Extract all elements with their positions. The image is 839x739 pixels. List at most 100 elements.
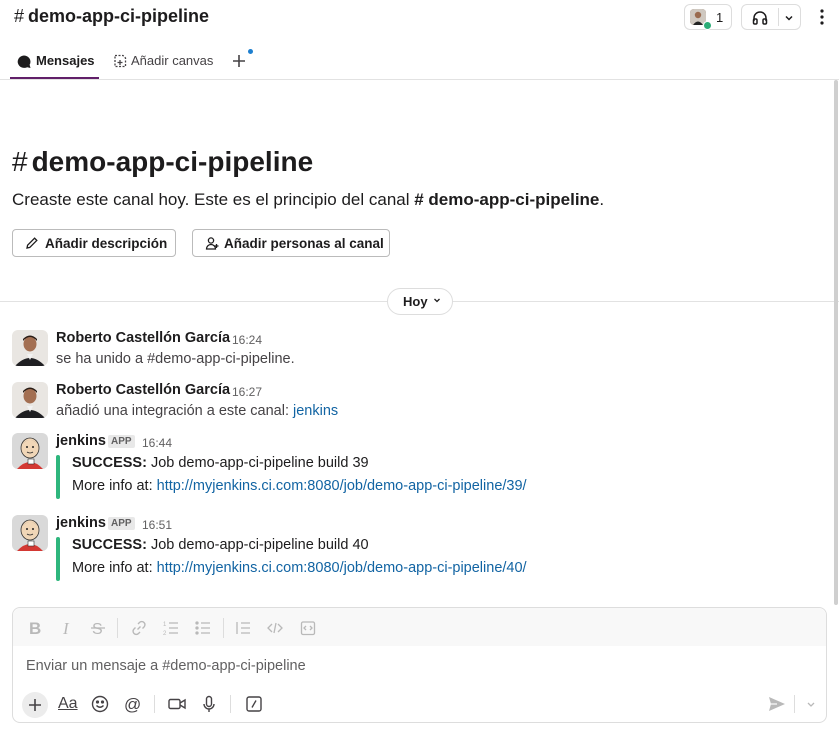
message-time[interactable]: 16:51	[142, 518, 172, 532]
composer-separator	[230, 695, 231, 713]
message-text: añadió una integración a este canal: jen…	[56, 403, 338, 419]
jenkins-avatar[interactable]	[12, 515, 48, 551]
attach-button[interactable]	[22, 692, 48, 718]
chevron-down-icon[interactable]	[800, 693, 822, 715]
bold-icon[interactable]: B	[25, 618, 45, 638]
svg-text:B: B	[29, 619, 41, 638]
member-count: 1	[716, 10, 724, 25]
message-bubble-icon	[17, 55, 31, 68]
intro-text: Creaste este canal hoy. Este es el princ…	[12, 190, 604, 210]
message-author[interactable]: jenkins	[56, 433, 106, 449]
intro-text-before: Creaste este canal hoy. Este es el princ…	[12, 190, 415, 209]
huddle-separator	[778, 8, 779, 26]
ordered-list-icon[interactable]: 12	[161, 618, 181, 638]
message-author[interactable]: jenkins	[56, 515, 106, 531]
build-status: SUCCESS:	[72, 537, 147, 553]
message-author[interactable]: Roberto Castellón García	[56, 382, 230, 398]
intro-channel-mention[interactable]: # demo-app-ci-pipeline	[414, 190, 599, 209]
message-composer: B I S 12 Enviar un mensaje a #demo-app-c…	[12, 607, 827, 723]
video-icon[interactable]	[166, 693, 188, 715]
avatar[interactable]	[12, 330, 48, 366]
tab-add-canvas[interactable]: Añadir canvas	[110, 50, 220, 78]
channel-header: # demo-app-ci-pipeline 1	[0, 0, 839, 36]
svg-text:2: 2	[163, 631, 167, 637]
chevron-down-icon	[434, 298, 440, 303]
blockquote-icon[interactable]	[233, 618, 253, 638]
chevron-down-icon[interactable]	[784, 13, 794, 23]
add-tab-button[interactable]	[228, 49, 253, 78]
shortcuts-icon[interactable]	[243, 693, 265, 715]
canvas-icon	[114, 54, 127, 68]
avatar[interactable]	[12, 382, 48, 418]
more-info-label: More info at:	[72, 560, 157, 576]
message-text-content: añadió una integración a este canal:	[56, 403, 294, 419]
scrollbar[interactable]	[834, 80, 838, 605]
bulleted-list-icon[interactable]	[193, 618, 213, 638]
build-status: SUCCESS:	[72, 455, 147, 471]
pencil-icon	[26, 237, 38, 249]
plus-icon	[233, 55, 245, 67]
date-label: Hoy	[403, 294, 428, 309]
add-people-label: Añadir personas al canal	[224, 236, 384, 251]
add-people-button[interactable]: Añadir personas al canal	[192, 229, 390, 257]
app-badge: APP	[108, 517, 135, 530]
channel-name: demo-app-ci-pipeline	[28, 6, 210, 26]
attachment-info: More info at: http://myjenkins.ci.com:80…	[72, 478, 527, 494]
composer-separator	[794, 695, 795, 713]
channel-tabs: Mensajes Añadir canvas	[0, 40, 839, 80]
notification-dot	[248, 49, 253, 54]
message-author[interactable]: Roberto Castellón García	[56, 330, 230, 346]
channel-title[interactable]: # demo-app-ci-pipeline	[14, 6, 209, 27]
toolbar-separator	[117, 618, 118, 638]
attachment-color-bar	[56, 455, 60, 499]
tab-mensajes[interactable]: Mensajes	[10, 50, 99, 79]
intro-title: # demo-app-ci-pipeline	[12, 146, 313, 178]
svg-text:@: @	[124, 695, 141, 714]
build-job: Job demo-app-ci-pipeline build 39	[146, 455, 369, 471]
app-badge: APP	[108, 435, 135, 448]
microphone-icon[interactable]	[198, 693, 220, 715]
date-divider-button[interactable]: Hoy	[387, 288, 453, 315]
intro-channel-name: demo-app-ci-pipeline	[31, 146, 314, 177]
attachment-title: SUCCESS: Job demo-app-ci-pipeline build …	[72, 537, 369, 553]
hash-icon: #	[12, 146, 28, 177]
build-url-link[interactable]: http://myjenkins.ci.com:8080/job/demo-ap…	[157, 478, 527, 494]
composer-separator	[154, 695, 155, 713]
message-input-placeholder[interactable]: Enviar un mensaje a #demo-app-ci-pipelin…	[26, 658, 306, 674]
toolbar-separator	[223, 618, 224, 638]
more-options-icon[interactable]	[814, 6, 830, 28]
jenkins-avatar[interactable]	[12, 433, 48, 469]
link-icon[interactable]	[129, 618, 149, 638]
plus-icon	[29, 699, 41, 711]
mention-icon[interactable]: @	[121, 693, 143, 715]
svg-text:I: I	[62, 619, 70, 638]
add-description-label: Añadir descripción	[45, 236, 168, 251]
attachment-color-bar	[56, 537, 60, 581]
emoji-icon[interactable]	[89, 693, 111, 715]
svg-text:1: 1	[163, 622, 167, 628]
huddle-button[interactable]	[741, 4, 801, 30]
attachment-info: More info at: http://myjenkins.ci.com:80…	[72, 560, 527, 576]
tab-label: Mensajes	[36, 53, 95, 68]
hash-icon: #	[14, 6, 25, 26]
strikethrough-icon[interactable]: S	[88, 618, 108, 638]
online-status-icon	[703, 21, 712, 30]
message-time[interactable]: 16:27	[232, 385, 262, 399]
members-button[interactable]: 1	[684, 4, 732, 30]
code-block-icon[interactable]	[298, 618, 318, 638]
message-time[interactable]: 16:24	[232, 333, 262, 347]
message-time[interactable]: 16:44	[142, 436, 172, 450]
more-info-label: More info at:	[72, 478, 157, 494]
italic-icon[interactable]: I	[57, 618, 77, 638]
code-icon[interactable]	[265, 618, 285, 638]
integration-link[interactable]: jenkins	[293, 403, 338, 419]
text-formatting-toggle[interactable]: Aa	[58, 695, 78, 713]
send-icon[interactable]	[766, 693, 788, 715]
build-url-link[interactable]: http://myjenkins.ci.com:8080/job/demo-ap…	[157, 560, 527, 576]
formatting-toolbar: B I S 12	[13, 608, 826, 646]
svg-text:S: S	[92, 621, 103, 638]
tab-label: Añadir canvas	[131, 53, 214, 68]
add-description-button[interactable]: Añadir descripción	[12, 229, 176, 257]
attachment-title: SUCCESS: Job demo-app-ci-pipeline build …	[72, 455, 369, 471]
add-person-icon	[205, 237, 219, 250]
